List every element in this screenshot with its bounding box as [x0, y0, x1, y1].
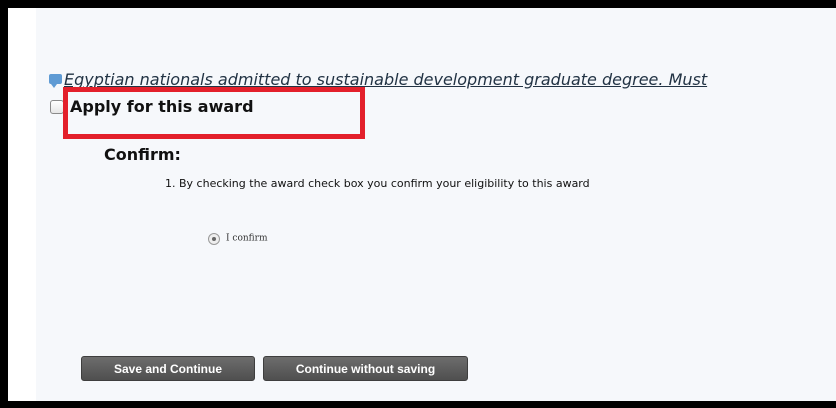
confirm-radio-row[interactable]: I confirm: [208, 228, 268, 247]
confirm-item: 1. By checking the award check box you c…: [165, 177, 590, 190]
apply-award-checkbox[interactable]: [50, 99, 64, 114]
confirm-radio[interactable]: [208, 232, 220, 245]
continue-without-saving-button[interactable]: Continue without saving: [263, 356, 468, 381]
save-and-continue-button[interactable]: Save and Continue: [81, 356, 255, 381]
confirm-heading: Confirm:: [104, 145, 181, 164]
page-frame: Egyptian nationals admitted to sustainab…: [8, 8, 836, 401]
comment-icon: [49, 74, 62, 88]
highlight-annotation-box: [63, 87, 365, 139]
confirm-radio-label[interactable]: I confirm: [226, 234, 268, 244]
left-margin: [8, 8, 36, 401]
award-panel: [36, 8, 836, 401]
